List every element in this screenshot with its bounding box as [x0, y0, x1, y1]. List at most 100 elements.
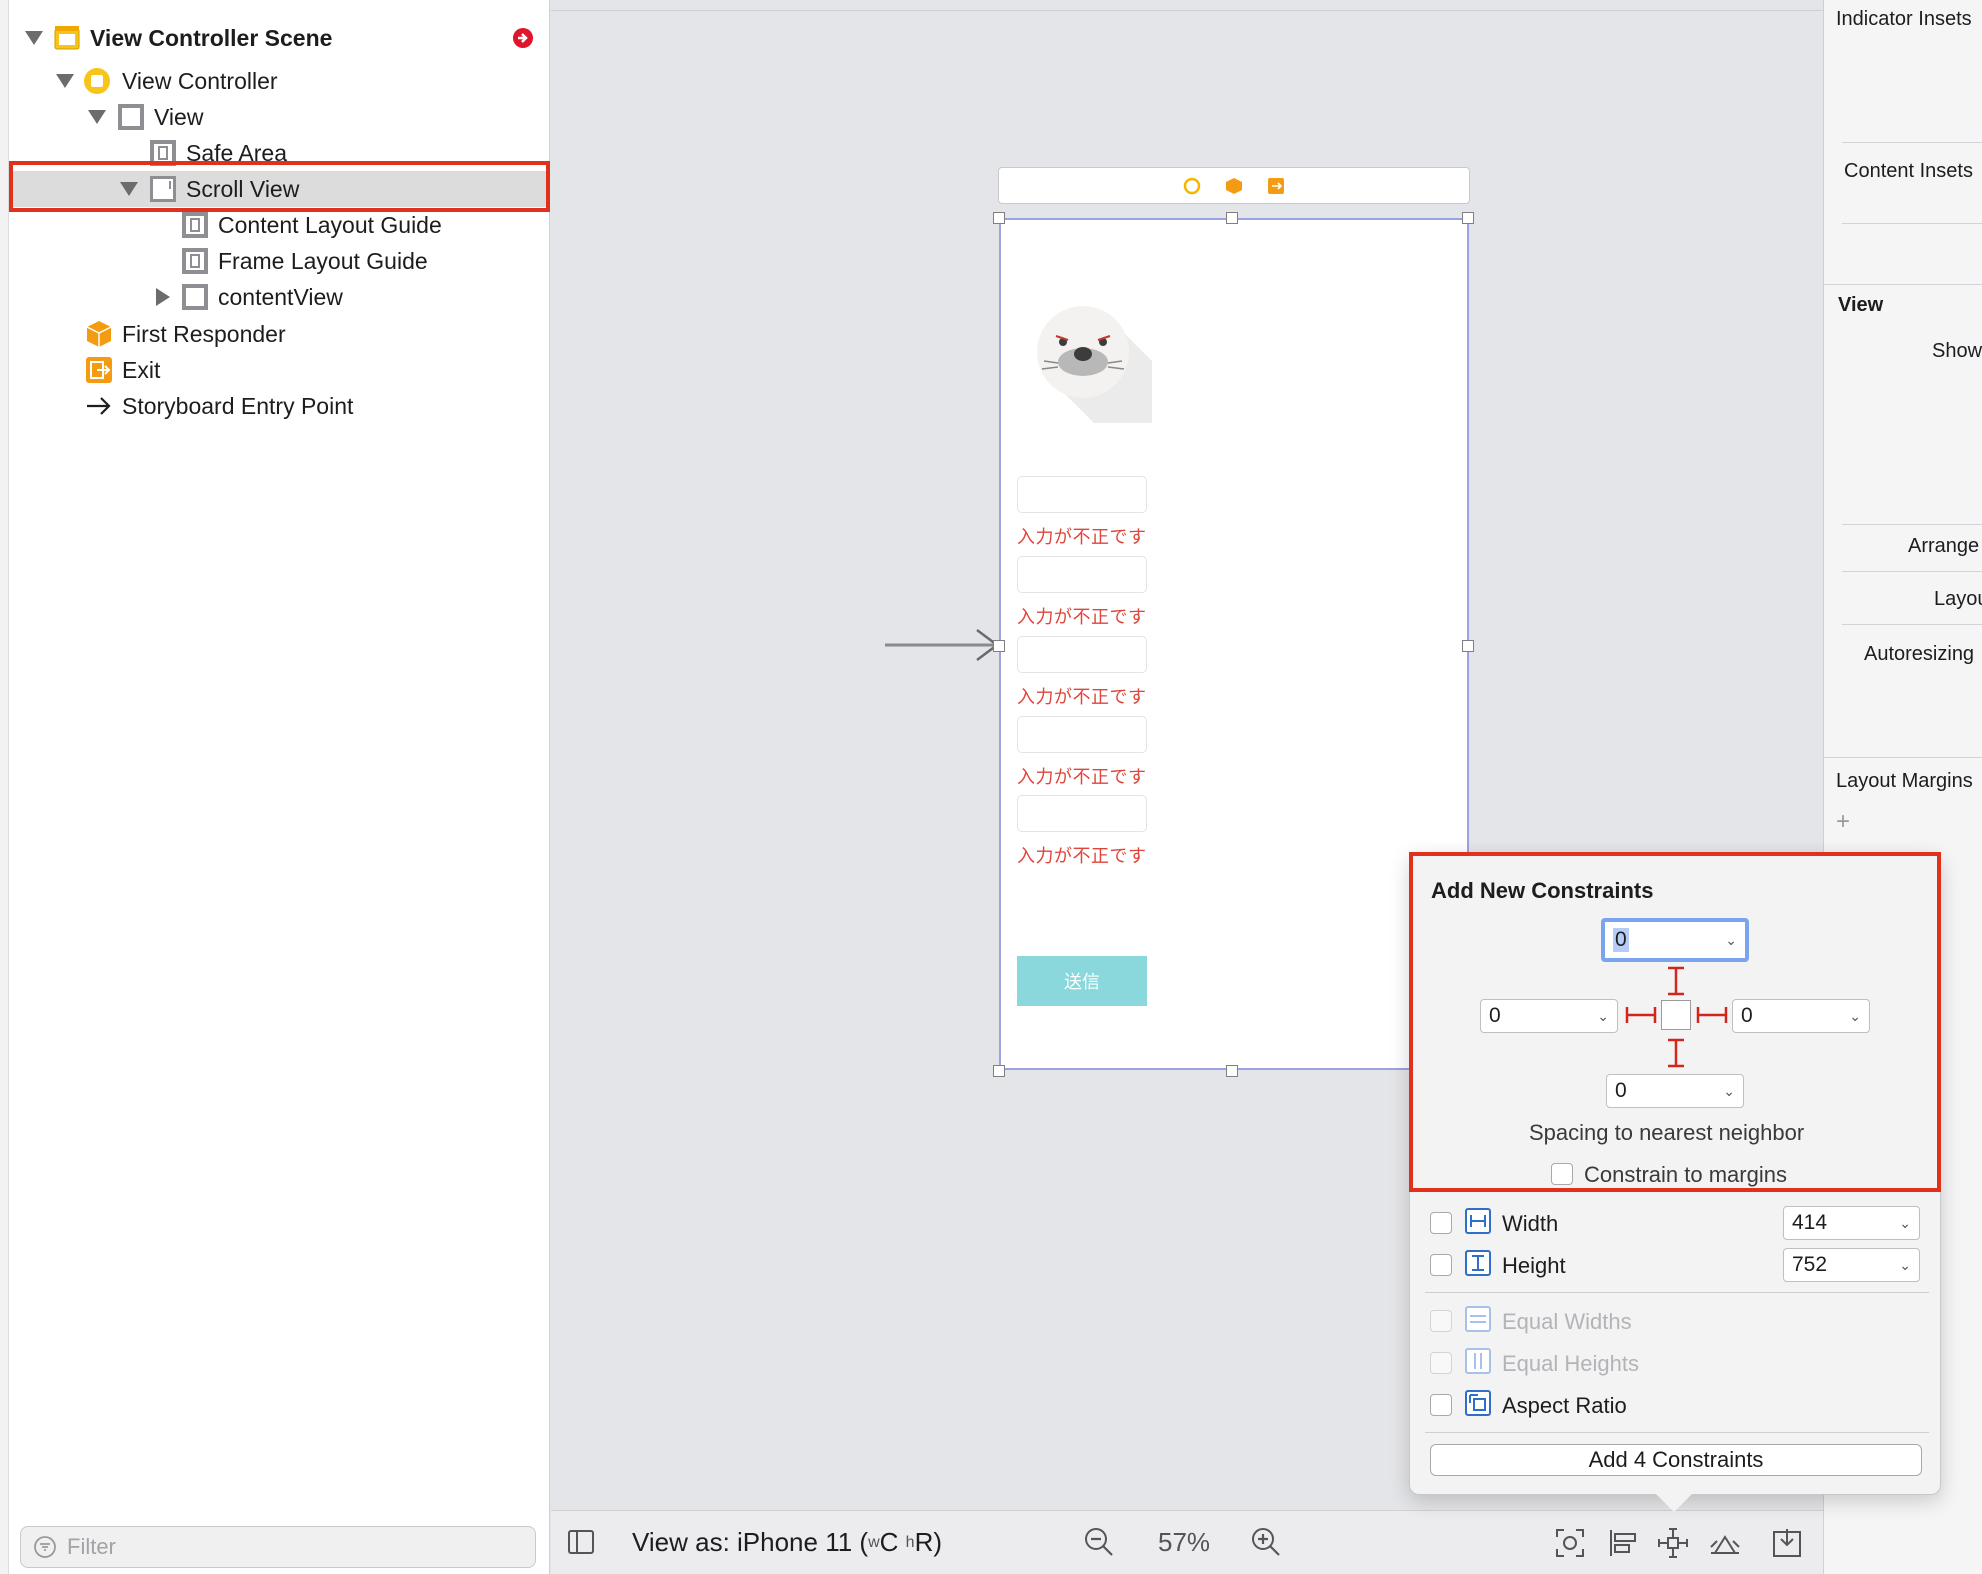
update-frames-icon[interactable] — [1554, 1527, 1586, 1559]
chevron-down-icon[interactable]: ⌄ — [1899, 1215, 1911, 1232]
device-picker[interactable]: View as: iPhone 11 (w C h R) — [632, 1527, 942, 1558]
width-checkbox[interactable] — [1430, 1212, 1452, 1234]
outline-item-frame-layout-guide[interactable]: Frame Layout Guide — [9, 243, 549, 279]
seal-image — [1037, 306, 1152, 423]
outline-item-label: Content Layout Guide — [218, 211, 442, 238]
inspector-divider — [1842, 223, 1982, 224]
outline-item-exit[interactable]: Exit — [9, 352, 549, 388]
align-icon[interactable] — [1607, 1527, 1639, 1559]
size-class-c: C — [879, 1527, 899, 1557]
view-controller-icon — [83, 67, 111, 95]
outline-item-label: Frame Layout Guide — [218, 247, 428, 274]
height-value-field[interactable]: 752 ⌄ — [1783, 1248, 1920, 1282]
outline-item-entry-point[interactable]: Storyboard Entry Point — [9, 388, 549, 424]
aspect-ratio-checkbox[interactable] — [1430, 1394, 1452, 1416]
resize-handle[interactable] — [993, 1065, 1005, 1077]
resize-handle[interactable] — [1462, 640, 1474, 652]
disclosure-triangle-icon[interactable] — [88, 110, 106, 124]
text-field-5[interactable] — [1017, 795, 1147, 832]
height-checkbox[interactable] — [1430, 1254, 1452, 1276]
resolve-issues-icon[interactable] — [1709, 1527, 1741, 1559]
resize-handle[interactable] — [1226, 1065, 1238, 1077]
text-field-3[interactable] — [1017, 636, 1147, 673]
error-label: 入力が不正です — [1017, 607, 1147, 628]
aspect-ratio-icon — [1465, 1390, 1491, 1416]
height-constraint-icon — [1465, 1250, 1491, 1276]
height-label: Height — [1502, 1253, 1566, 1278]
outline-item-label: View — [154, 103, 204, 130]
outline-item-scene[interactable]: View Controller Scene — [9, 20, 549, 56]
chevron-down-icon[interactable]: ⌄ — [1899, 1257, 1911, 1274]
resize-handle[interactable] — [993, 212, 1005, 224]
size-class-w: w — [868, 1533, 880, 1551]
equal-widths-label: Equal Widths — [1502, 1309, 1632, 1334]
exit-icon[interactable] — [1267, 177, 1285, 195]
text-field-4[interactable] — [1017, 716, 1147, 753]
size-class-h: h — [905, 1533, 915, 1551]
disclosure-triangle-icon[interactable] — [156, 288, 170, 306]
equal-heights-checkbox[interactable] — [1430, 1352, 1452, 1374]
width-value-field[interactable]: 414 ⌄ — [1783, 1206, 1920, 1240]
zoom-out-icon[interactable] — [1084, 1527, 1114, 1557]
selection-highlight — [9, 161, 550, 212]
inspector-divider — [1842, 624, 1982, 625]
width-label: Width — [1502, 1211, 1559, 1236]
text-field-1[interactable] — [1017, 476, 1147, 513]
warning-arrow-icon[interactable] — [509, 24, 537, 52]
document-outline: View Controller Scene View Controller Vi… — [0, 0, 550, 1574]
disclosure-triangle-icon[interactable] — [25, 31, 43, 45]
view-section-header: View — [1838, 294, 1884, 316]
outline-item-first-responder[interactable]: First Responder — [9, 316, 549, 352]
show-label: Show — [1932, 340, 1982, 362]
add-icon[interactable]: + — [1836, 808, 1850, 836]
arrow-right-icon — [85, 392, 113, 420]
constraints-highlight — [1409, 852, 1941, 1192]
equal-heights-icon — [1465, 1348, 1491, 1374]
outline-item-label: contentView — [218, 283, 343, 310]
text-field-2[interactable] — [1017, 556, 1147, 593]
autoresizing-label: Autoresizing — [1864, 643, 1975, 665]
resize-handle[interactable] — [1462, 212, 1474, 224]
scene-dock[interactable] — [998, 167, 1470, 204]
inspector-divider — [1824, 284, 1982, 285]
first-responder-icon — [85, 320, 113, 348]
height-value: 752 — [1792, 1253, 1828, 1276]
view-as-suffix: ) — [933, 1527, 943, 1557]
add-constraints-button[interactable]: Add 4 Constraints — [1430, 1444, 1922, 1476]
scene-icon — [53, 24, 81, 52]
filter-field[interactable]: Filter — [20, 1526, 536, 1568]
content-insets-label: Content Insets — [1844, 160, 1973, 182]
popover-divider — [1425, 1432, 1929, 1433]
inspector-divider — [1842, 571, 1982, 572]
resize-handle[interactable] — [1226, 212, 1238, 224]
canvas-top-divider — [551, 10, 1823, 11]
disclosure-triangle-icon[interactable] — [56, 74, 74, 88]
outline-item-view[interactable]: View — [9, 99, 549, 135]
error-label: 入力が不正です — [1017, 527, 1147, 548]
width-constraint-icon — [1465, 1208, 1491, 1234]
size-class-r: R — [914, 1527, 934, 1557]
outline-item-view-controller[interactable]: View Controller — [9, 63, 549, 99]
embed-in-icon[interactable] — [1771, 1527, 1803, 1559]
outline-item-content-layout-guide[interactable]: Content Layout Guide — [9, 207, 549, 243]
toggle-outline-icon[interactable] — [567, 1529, 595, 1555]
layout-guide-icon — [181, 247, 209, 275]
outline-item-content-view[interactable]: contentView — [9, 279, 549, 315]
exit-icon — [85, 356, 113, 384]
error-label: 入力が不正です — [1017, 687, 1147, 708]
entry-point-arrow-icon[interactable] — [885, 628, 997, 668]
filter-placeholder: Filter — [67, 1534, 116, 1559]
view-icon — [117, 103, 145, 131]
equal-widths-icon — [1465, 1306, 1491, 1332]
equal-widths-checkbox[interactable] — [1430, 1310, 1452, 1332]
zoom-in-icon[interactable] — [1251, 1527, 1281, 1557]
first-responder-icon[interactable] — [1225, 177, 1243, 195]
outline-item-label: Storyboard Entry Point — [122, 392, 354, 419]
equal-heights-label: Equal Heights — [1502, 1351, 1639, 1376]
outline-item-label: First Responder — [122, 320, 286, 347]
resize-handle[interactable] — [993, 640, 1005, 652]
add-constraints-icon[interactable] — [1657, 1527, 1689, 1559]
inspector-divider — [1842, 524, 1982, 525]
submit-button[interactable]: 送信 — [1017, 956, 1147, 1006]
view-controller-icon[interactable] — [1183, 177, 1201, 195]
